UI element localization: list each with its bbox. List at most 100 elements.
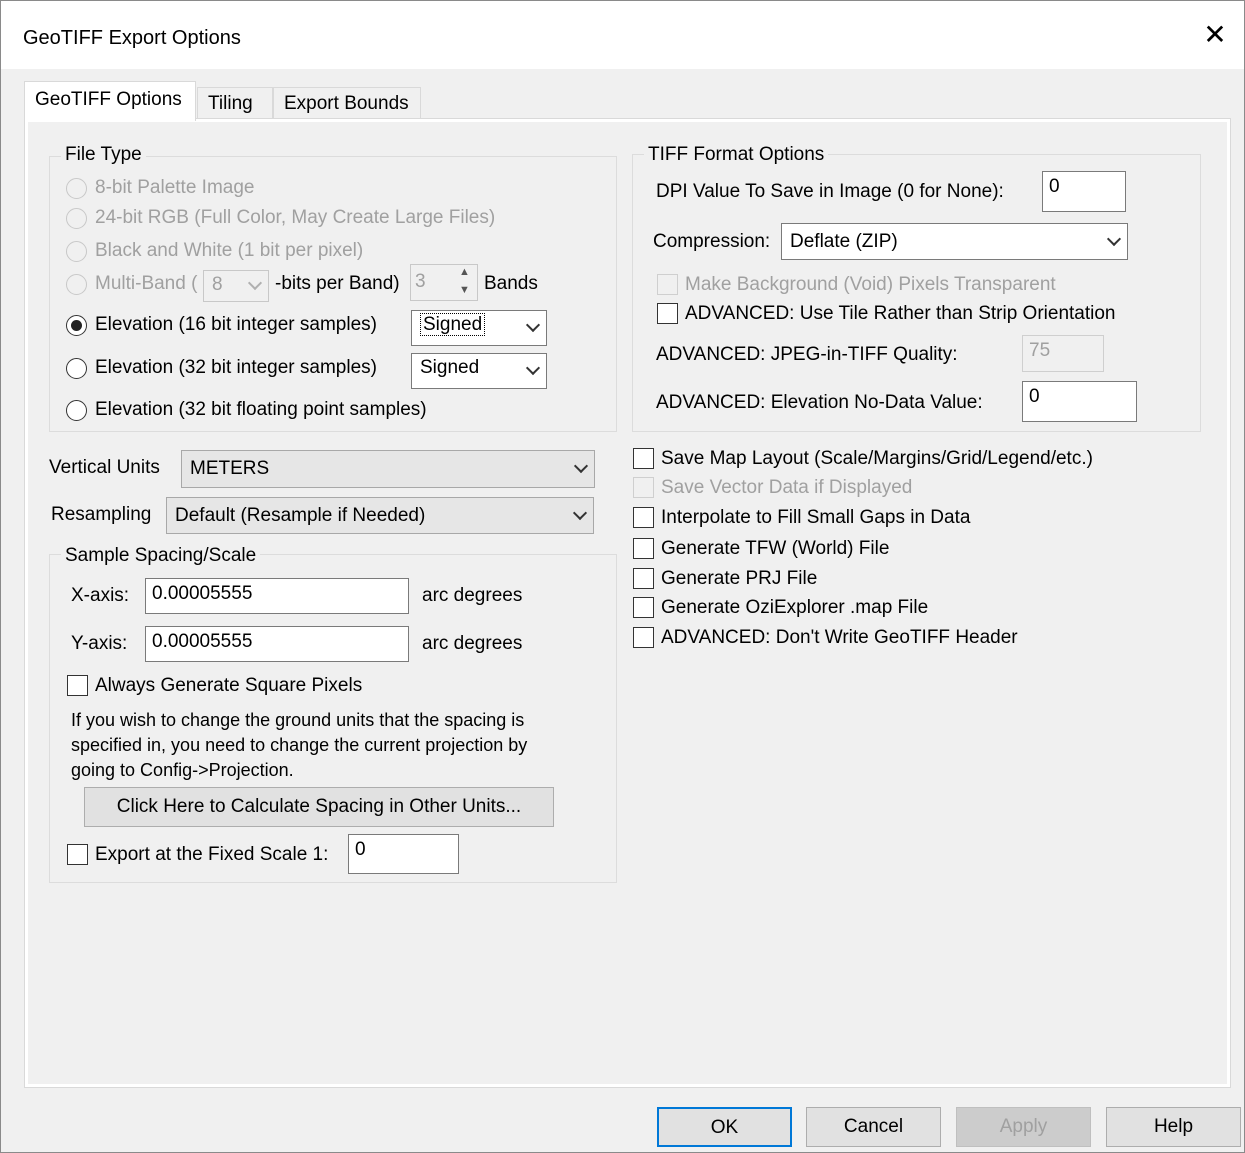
elev16-radio[interactable]	[66, 315, 87, 336]
elev32-sign-value: Signed	[420, 357, 480, 378]
transparent-checkbox[interactable]	[657, 274, 678, 295]
map-layout-label: Save Map Layout (Scale/Margins/Grid/Lege…	[661, 448, 1093, 469]
dpi-input[interactable]: 0	[1042, 171, 1126, 212]
elevfloat-label: Elevation (32 bit floating point samples…	[95, 399, 427, 420]
spin-up-icon[interactable]: ▲	[459, 266, 470, 278]
y-axis-input[interactable]: 0.00005555	[145, 626, 409, 662]
interpolate-label: Interpolate to Fill Small Gaps in Data	[661, 507, 971, 528]
sample-spacing-label: Sample Spacing/Scale	[61, 545, 261, 567]
tfw-label: Generate TFW (World) File	[661, 538, 890, 559]
spin-down-icon[interactable]: ▼	[459, 284, 470, 296]
interpolate-checkbox[interactable]	[633, 507, 654, 528]
ok-button[interactable]: OK	[657, 1107, 792, 1147]
chevron-down-icon	[572, 505, 588, 520]
compression-select[interactable]: Deflate (ZIP)	[781, 223, 1128, 260]
bw-label: Black and White (1 bit per pixel)	[95, 240, 364, 261]
jpeg-quality-value: 75	[1029, 340, 1051, 361]
jpeg-quality-input[interactable]: 75	[1022, 335, 1104, 372]
chevron-down-icon	[525, 360, 541, 376]
vector-data-checkbox[interactable]	[633, 477, 654, 498]
x-axis-unit: arc degrees	[422, 585, 523, 606]
tile-orientation-label: ADVANCED: Use Tile Rather than Strip Ori…	[685, 303, 1116, 324]
chevron-down-icon	[1106, 231, 1122, 246]
elev32-radio[interactable]	[66, 358, 87, 379]
info-line-3: going to Config->Projection.	[71, 760, 294, 780]
elev16-label: Elevation (16 bit integer samples)	[95, 314, 377, 335]
resampling-label: Resampling	[51, 504, 152, 525]
window-title: GeoTIFF Export Options	[23, 27, 241, 49]
vertical-units-value: METERS	[190, 458, 270, 479]
apply-button[interactable]: Apply	[956, 1107, 1091, 1147]
elev16-sign-value: Signed	[420, 313, 486, 336]
bands-spinner[interactable]: 3 ▲ ▼	[410, 264, 478, 301]
bits-per-band-select[interactable]: 8	[203, 270, 269, 302]
fixed-scale-value: 0	[355, 839, 366, 860]
vertical-units-label: Vertical Units	[49, 457, 160, 478]
resampling-select[interactable]: Default (Resample if Needed)	[166, 497, 594, 534]
chevron-down-icon	[573, 458, 589, 474]
vertical-units-select[interactable]: METERS	[181, 450, 595, 488]
palette-label: 8-bit Palette Image	[95, 177, 255, 198]
nodata-label: ADVANCED: Elevation No-Data Value:	[656, 392, 983, 413]
x-axis-input[interactable]: 0.00005555	[145, 578, 409, 614]
dpi-value: 0	[1049, 176, 1060, 197]
map-layout-checkbox[interactable]	[633, 448, 654, 469]
y-axis-label: Y-axis:	[71, 633, 128, 654]
bits-suffix-label: -bits per Band)	[275, 273, 400, 294]
x-axis-label: X-axis:	[71, 585, 130, 606]
resampling-value: Default (Resample if Needed)	[175, 505, 426, 526]
nodata-input[interactable]: 0	[1022, 381, 1137, 422]
palette-radio[interactable]	[66, 178, 87, 199]
chevron-down-icon	[525, 317, 541, 333]
tab-export-bounds[interactable]: Export Bounds	[273, 87, 421, 119]
tab-geotiff-options[interactable]: GeoTIFF Options	[24, 81, 196, 121]
bw-radio[interactable]	[66, 241, 87, 262]
title-bar: GeoTIFF Export Options ✕	[1, 1, 1244, 69]
bands-value: 3	[415, 271, 426, 292]
bands-label: Bands	[484, 273, 538, 294]
close-icon[interactable]: ✕	[1200, 21, 1230, 51]
calculate-spacing-button[interactable]: Click Here to Calculate Spacing in Other…	[84, 787, 554, 827]
y-axis-value: 0.00005555	[152, 631, 253, 652]
export-dialog: GeoTIFF Export Options ✕ GeoTIFF Options…	[0, 0, 1245, 1153]
dpi-label: DPI Value To Save in Image (0 for None):	[656, 181, 1004, 202]
elev32-label: Elevation (32 bit integer samples)	[95, 357, 377, 378]
no-header-label: ADVANCED: Don't Write GeoTIFF Header	[661, 627, 1018, 648]
y-axis-unit: arc degrees	[422, 633, 523, 654]
prj-label: Generate PRJ File	[661, 568, 818, 589]
file-type-label: File Type	[61, 144, 146, 166]
jpeg-quality-label: ADVANCED: JPEG-in-TIFF Quality:	[656, 344, 958, 365]
fixed-scale-input[interactable]: 0	[348, 834, 459, 874]
cancel-button[interactable]: Cancel	[806, 1107, 941, 1147]
help-button[interactable]: Help	[1106, 1107, 1241, 1147]
prj-checkbox[interactable]	[633, 568, 654, 589]
elevfloat-radio[interactable]	[66, 400, 87, 421]
no-header-checkbox[interactable]	[633, 627, 654, 648]
vector-data-label: Save Vector Data if Displayed	[661, 477, 913, 498]
tab-tiling[interactable]: Tiling	[197, 87, 273, 119]
elev32-sign-select[interactable]: Signed	[411, 353, 547, 389]
multiband-radio[interactable]	[66, 274, 87, 295]
chevron-down-icon	[247, 275, 263, 291]
multiband-label: Multi-Band (	[95, 273, 198, 294]
compression-label: Compression:	[653, 231, 771, 252]
info-line-1: If you wish to change the ground units t…	[71, 710, 525, 730]
elev16-sign-select[interactable]: Signed	[411, 310, 547, 346]
rgb-label: 24-bit RGB (Full Color, May Create Large…	[95, 207, 496, 228]
bits-value: 8	[212, 274, 223, 295]
rgb-radio[interactable]	[66, 208, 87, 229]
square-pixels-checkbox[interactable]	[67, 675, 88, 696]
radio-selected-dot	[71, 320, 82, 331]
x-axis-value: 0.00005555	[152, 583, 253, 604]
fixed-scale-checkbox[interactable]	[67, 844, 88, 865]
square-pixels-label: Always Generate Square Pixels	[95, 675, 363, 696]
fixed-scale-label: Export at the Fixed Scale 1:	[95, 844, 329, 865]
tile-orientation-checkbox[interactable]	[657, 303, 678, 324]
tfw-checkbox[interactable]	[633, 538, 654, 559]
tiff-format-label: TIFF Format Options	[644, 144, 829, 166]
nodata-value: 0	[1029, 386, 1040, 407]
ozi-label: Generate OziExplorer .map File	[661, 597, 929, 618]
ozi-checkbox[interactable]	[633, 597, 654, 618]
compression-value: Deflate (ZIP)	[790, 231, 898, 252]
transparent-label: Make Background (Void) Pixels Transparen…	[685, 274, 1056, 295]
